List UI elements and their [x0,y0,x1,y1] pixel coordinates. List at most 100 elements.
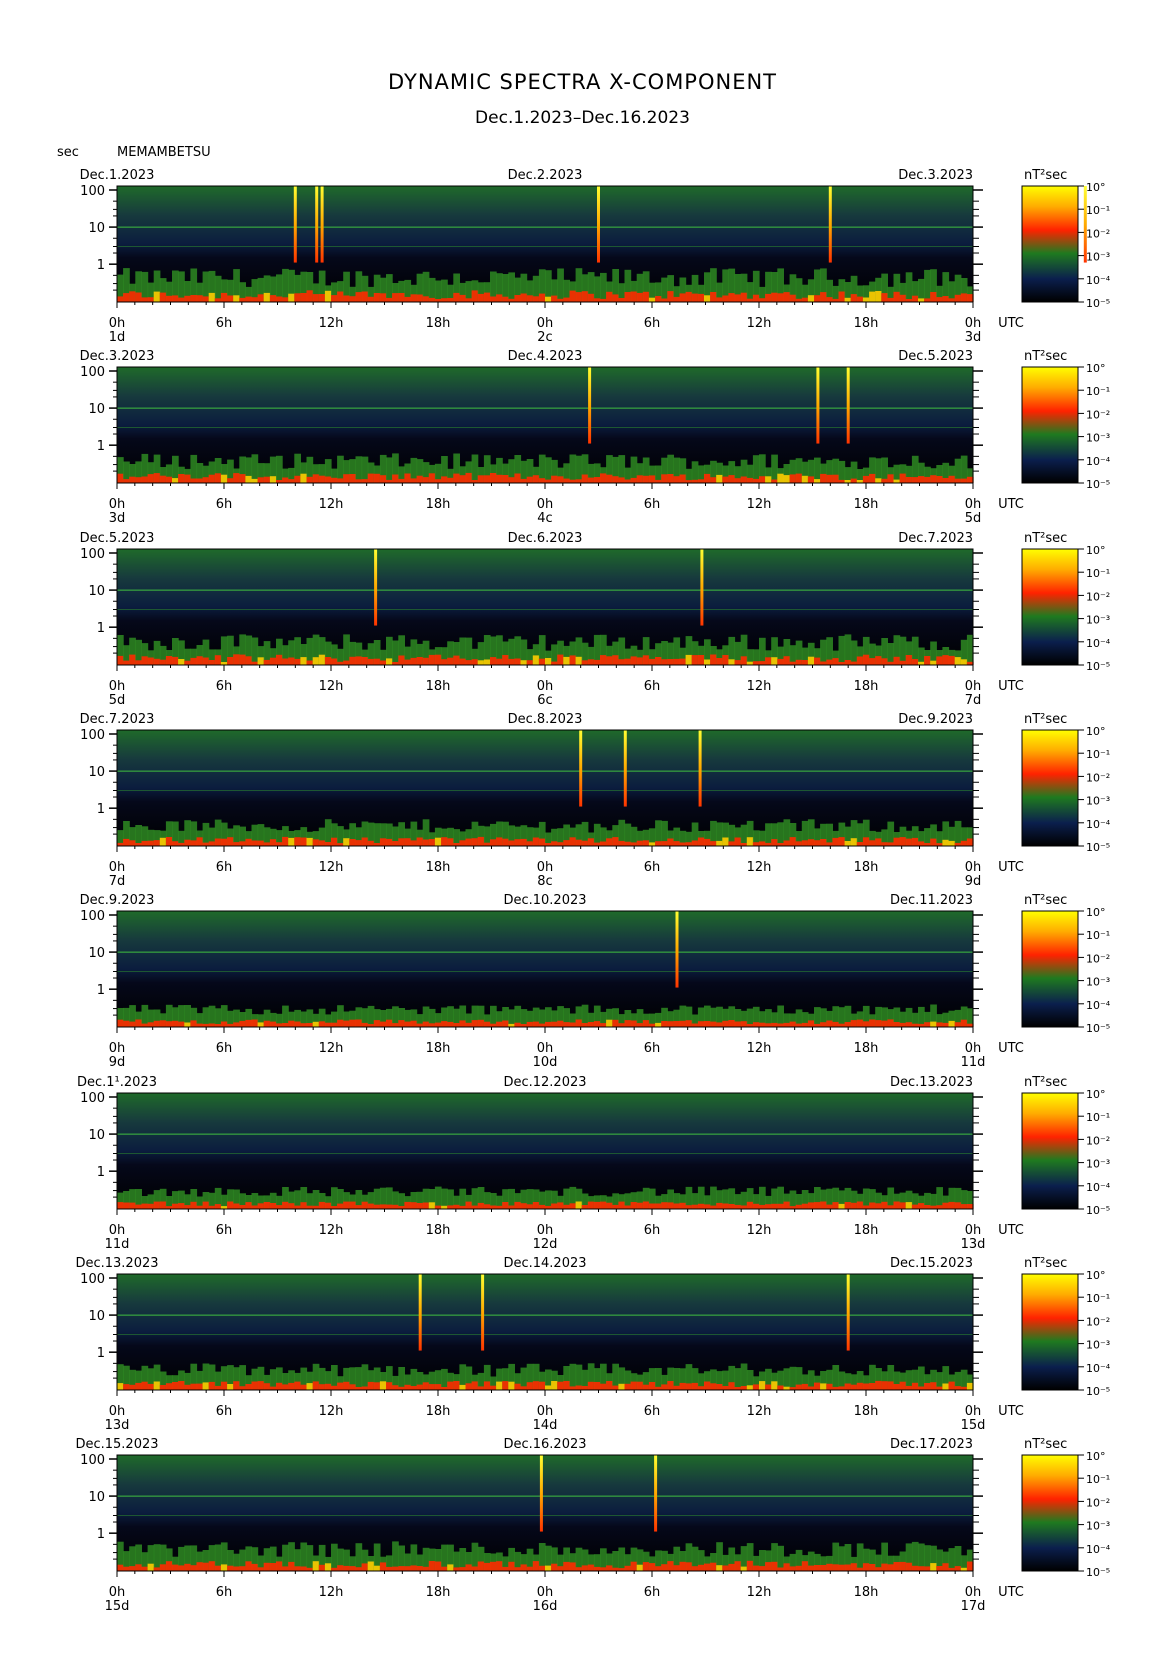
activity-peak [514,1383,522,1390]
activity-peak [746,477,754,483]
activity-peak [691,1382,699,1390]
event-spike [320,186,324,263]
activity-peak [178,1565,185,1571]
activity-peak [740,1566,748,1571]
activity-peak [575,292,583,302]
activity-band [392,1541,399,1571]
activity-peak [239,1386,246,1390]
activity-peak [771,1203,778,1209]
activity-peak [587,1381,595,1390]
activity-peak [233,654,240,665]
activity-peak [331,658,338,665]
activity-peak [214,1565,222,1571]
event-spike [698,730,702,807]
activity-peak [227,295,234,302]
activity-peak [557,1566,564,1571]
activity-peak [575,1019,583,1027]
colorbar [1021,548,1079,666]
activity-peak [875,838,882,846]
utc-label: UTC [998,316,1024,331]
activity-peak [856,656,864,665]
x-tick-label: 0h [965,679,982,694]
activity-peak [551,1381,558,1390]
activity-peak [759,1022,766,1027]
activity-band [373,823,381,846]
activity-peak [844,297,852,302]
activity-peak [184,1384,191,1390]
activity-peak [691,840,699,846]
x-tick-label: 12h [319,679,344,694]
activity-peak [881,1020,888,1027]
activity-peak [392,841,399,846]
activity-peak [856,842,864,846]
activity-peak [502,1020,509,1027]
activity-peak [477,293,485,302]
activity-peak [728,659,736,665]
event-spike [539,1455,543,1532]
colorbar-unit: nT²sec [1024,531,1067,546]
activity-peak [765,1023,772,1027]
day-label: 7d [109,874,126,889]
activity-peak [361,291,369,302]
activity-peak [948,298,956,302]
activity-peak [856,296,864,302]
activity-peak [312,474,320,483]
activity-peak [667,1561,674,1571]
activity-peak [214,473,222,483]
activity-peak [630,477,638,483]
colorbar-tick-label: 10⁻³ [1086,251,1110,264]
activity-peak [667,838,674,846]
activity-band [441,1368,448,1390]
activity-peak [373,1020,381,1027]
activity-band [153,1544,161,1571]
activity-peak [514,658,522,665]
activity-peak [801,475,809,483]
activity-band [600,272,607,302]
activity-peak [679,658,687,665]
day-label: 15d [105,1599,130,1614]
activity-peak [581,1023,589,1027]
activity-peak [642,1562,650,1571]
activity-peak [257,1203,265,1209]
activity-peak [545,479,552,483]
activity-peak [752,661,760,665]
activity-peak [734,1021,742,1027]
x-tick-label: 0h [965,1585,982,1600]
colorbar-tick-label: 10⁻³ [1086,1520,1110,1533]
activity-band [331,1543,338,1571]
activity-peak [428,1023,436,1027]
activity-peak [343,474,350,483]
activity-peak [318,1564,326,1571]
activity-peak [710,654,717,665]
colorbar-tick-label: 10° [1086,1088,1106,1101]
activity-peak [936,476,943,483]
activity-peak [465,1201,473,1209]
activity-peak [263,1562,271,1571]
activity-peak [642,1384,650,1390]
activity-peak [453,655,460,665]
activity-peak [587,659,595,665]
activity-peak [208,292,216,302]
x-tick-label: 6h [644,316,661,331]
activity-peak [911,1382,919,1390]
activity-peak [655,1566,662,1571]
activity-peak [869,1383,876,1390]
colorbar-tick-label: 10⁻² [1086,771,1110,784]
activity-peak [508,840,515,846]
activity-peak [624,1383,632,1390]
activity-peak [318,1021,326,1027]
activity-band [386,274,393,302]
activity-peak [918,298,925,302]
activity-band [355,1367,363,1390]
activity-peak [697,1386,705,1390]
day-label: 16d [533,1599,558,1614]
activity-peak [697,1564,705,1571]
colorbar-unit: nT²sec [1024,349,1067,364]
colorbar-tick-label: 10⁻² [1086,1496,1110,1509]
activity-peak [642,291,650,302]
activity-peak [960,1204,968,1209]
activity-peak [178,474,185,483]
activity-peak [691,655,699,665]
activity-peak [465,838,473,846]
activity-peak [746,1560,754,1571]
